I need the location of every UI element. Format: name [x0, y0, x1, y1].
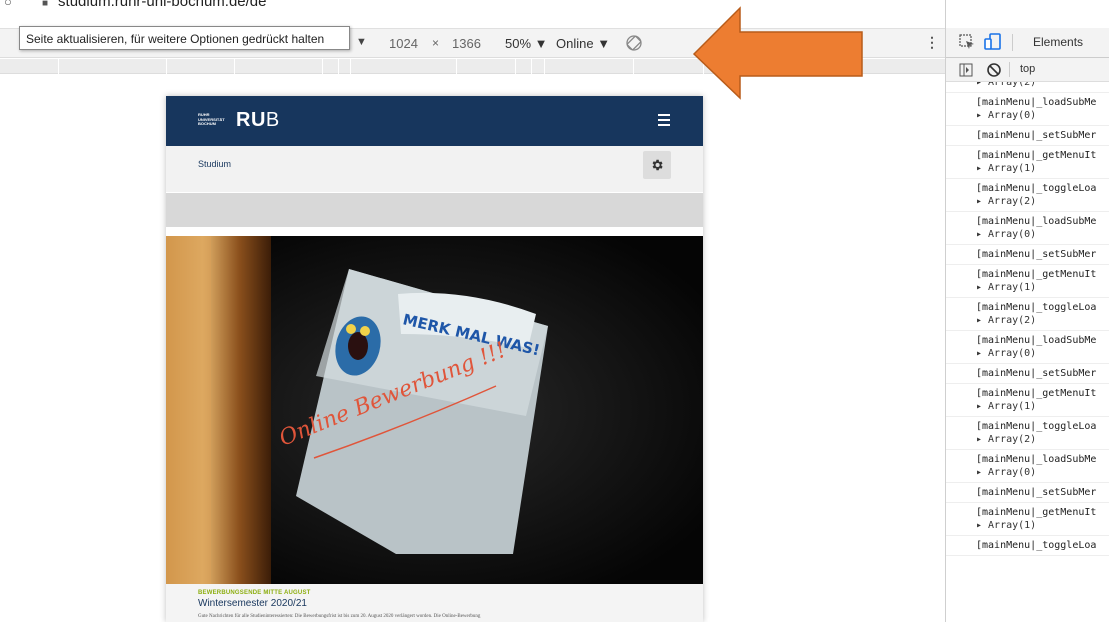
devtools-main-toolbar: Elements — [946, 28, 1109, 58]
console-message: [mainMenu|_toggleLoa — [976, 302, 1097, 313]
news-teaser[interactable]: BEWERBUNGSENDE MITTE AUGUST Wintersemest… — [166, 584, 703, 622]
console-entry[interactable]: [mainMenu|_getMenuIt ▸ Array(1) — [946, 384, 1109, 417]
console-entry[interactable]: [mainMenu|_toggleLoa ▸ Array(2) — [946, 298, 1109, 331]
console-message: [mainMenu|_setSubMer — [976, 487, 1097, 498]
array-expander[interactable]: ▸ Array(0) — [976, 109, 1109, 122]
teaser-kicker: BEWERBUNGSENDE MITTE AUGUST — [198, 590, 311, 596]
rotate-icon[interactable] — [624, 33, 644, 53]
console-message: [mainMenu|_getMenuIt — [976, 507, 1097, 518]
console-message: [mainMenu|_setSubMer — [976, 368, 1097, 379]
array-expander[interactable]: ▸ Array(1) — [976, 400, 1109, 413]
logo-bold: RU — [236, 109, 266, 131]
array-expander[interactable]: ▸ Array(0) — [976, 466, 1109, 479]
array-expander[interactable]: ▸ Array(2) — [976, 433, 1109, 446]
console-message: [mainMenu|_setSubMer — [976, 130, 1097, 141]
hero-image[interactable]: MERK MAL WAS! Online Bewerbung !!! — [166, 236, 703, 584]
reload-icon[interactable]: ○ — [4, 0, 12, 9]
reload-tooltip: Seite aktualisieren, für weitere Optione… — [19, 26, 350, 50]
hamburger-menu-icon[interactable] — [658, 114, 670, 126]
sidebar-toggle-icon[interactable] — [959, 63, 973, 77]
inspect-element-icon[interactable] — [958, 33, 976, 51]
console-entry[interactable]: [mainMenu|_toggleLoa — [946, 536, 1109, 556]
clear-console-icon[interactable] — [986, 62, 1002, 78]
console-entry[interactable]: [mainMenu|_getMenuIt ▸ Array(1) — [946, 503, 1109, 536]
rub-logo[interactable]: RUB — [236, 109, 280, 132]
wordmark-line: BOCHUM — [198, 121, 216, 126]
width-input[interactable]: 1024 — [389, 36, 418, 51]
toolbar-separator — [1012, 34, 1013, 51]
array-expander[interactable]: ▸ Array(0) — [976, 347, 1109, 360]
breadcrumb-bar: Studium — [166, 146, 703, 192]
teaser-title[interactable]: Wintersemester 2020/21 — [198, 598, 307, 609]
teaser-text: Gute Nachrichten für alle Studieninteres… — [198, 614, 481, 619]
console-entry[interactable]: [mainMenu|_setSubMer — [946, 245, 1109, 265]
console-entry[interactable]: [mainMenu|_toggleLoa ▸ Array(2) — [946, 179, 1109, 212]
network-throttle-dropdown[interactable]: Online ▼ — [556, 36, 610, 51]
url-text[interactable]: ■ studium.ruhr-uni-bochum.de/de — [42, 0, 267, 10]
console-entry[interactable]: [mainMenu|_setSubMer — [946, 483, 1109, 503]
browser-window: ○ ■ studium.ruhr-uni-bochum.de/de ▼ 1024 … — [0, 0, 1109, 622]
dimension-separator: × — [432, 36, 440, 50]
array-expander[interactable]: ▸ Array(1) — [976, 162, 1109, 175]
more-options-icon[interactable]: ⋮ — [925, 34, 939, 51]
console-message: [mainMenu|_loadSubMe — [976, 216, 1097, 227]
context-selector[interactable]: top — [1020, 63, 1035, 75]
device-dropdown-caret[interactable]: ▼ — [356, 36, 367, 48]
console-entry[interactable]: [mainMenu|_setSubMer — [946, 364, 1109, 384]
console-message: [mainMenu|_toggleLoa — [976, 421, 1097, 432]
array-expander[interactable]: ▸ Array(0) — [976, 228, 1109, 241]
emulated-page: RUHR UNIVERSITÄT BOCHUM RUB Studium MERK… — [166, 96, 703, 622]
settings-button[interactable] — [643, 151, 671, 179]
console-toolbar: top — [946, 58, 1109, 82]
array-expander[interactable]: ▸ Array(1) — [976, 519, 1109, 532]
console-log[interactable]: ▸ Array(2) [mainMenu|_loadSubMe ▸ Array(0)… — [946, 82, 1109, 622]
sticky-note-photo: MERK MAL WAS! Online Bewerbung !!! — [166, 236, 703, 584]
console-message: [mainMenu|_toggleLoa — [976, 183, 1097, 194]
tab-elements[interactable]: Elements — [1033, 35, 1083, 49]
console-entry[interactable]: [mainMenu|_loadSubMe ▸ Array(0) — [946, 212, 1109, 245]
array-expander[interactable]: ▸ Array(2) — [976, 82, 1109, 89]
console-entry[interactable]: [mainMenu|_setSubMer — [946, 126, 1109, 146]
gear-icon — [652, 159, 663, 171]
array-expander[interactable]: ▸ Array(1) — [976, 281, 1109, 294]
console-entry[interactable]: [mainMenu|_getMenuIt ▸ Array(1) — [946, 146, 1109, 179]
zoom-dropdown[interactable]: 50% ▼ — [505, 36, 548, 51]
height-input[interactable]: 1366 — [452, 36, 481, 51]
console-entry[interactable]: [mainMenu|_loadSubMe ▸ Array(0) — [946, 331, 1109, 364]
console-message: [mainMenu|_loadSubMe — [976, 454, 1097, 465]
array-expander[interactable]: ▸ Array(2) — [976, 314, 1109, 327]
console-entry[interactable]: ▸ Array(2) — [946, 82, 1109, 93]
console-entry[interactable]: [mainMenu|_toggleLoa ▸ Array(2) — [946, 417, 1109, 450]
console-message: [mainMenu|_toggleLoa — [976, 540, 1097, 551]
device-toggle-icon[interactable] — [983, 32, 1003, 52]
console-message: [mainMenu|_loadSubMe — [976, 335, 1097, 346]
console-message: [mainMenu|_setSubMer — [976, 249, 1097, 260]
site-header: RUHR UNIVERSITÄT BOCHUM RUB — [166, 96, 703, 146]
console-message: [mainMenu|_getMenuIt — [976, 150, 1097, 161]
console-entry[interactable]: [mainMenu|_loadSubMe ▸ Array(0) — [946, 450, 1109, 483]
logo-regular: B — [265, 109, 280, 131]
url-value: studium.ruhr-uni-bochum.de/de — [58, 0, 267, 10]
console-message: [mainMenu|_getMenuIt — [976, 269, 1097, 280]
university-wordmark: RUHR UNIVERSITÄT BOCHUM — [198, 112, 225, 127]
console-entry[interactable]: [mainMenu|_getMenuIt ▸ Array(1) — [946, 265, 1109, 298]
toolbar-separator — [1009, 62, 1010, 77]
annotation-arrow — [692, 6, 863, 100]
lock-icon: ■ — [42, 0, 49, 9]
console-message: [mainMenu|_loadSubMe — [976, 97, 1097, 108]
console-message: [mainMenu|_getMenuIt — [976, 388, 1097, 399]
console-entry[interactable]: [mainMenu|_loadSubMe ▸ Array(0) — [946, 93, 1109, 126]
array-expander[interactable]: ▸ Array(2) — [976, 195, 1109, 208]
search-bar-placeholder — [166, 193, 703, 227]
breadcrumb[interactable]: Studium — [198, 159, 231, 169]
devtools-panel: Elements top ▸ Array(2) [mainMenu|_loadSu… — [945, 0, 1109, 622]
